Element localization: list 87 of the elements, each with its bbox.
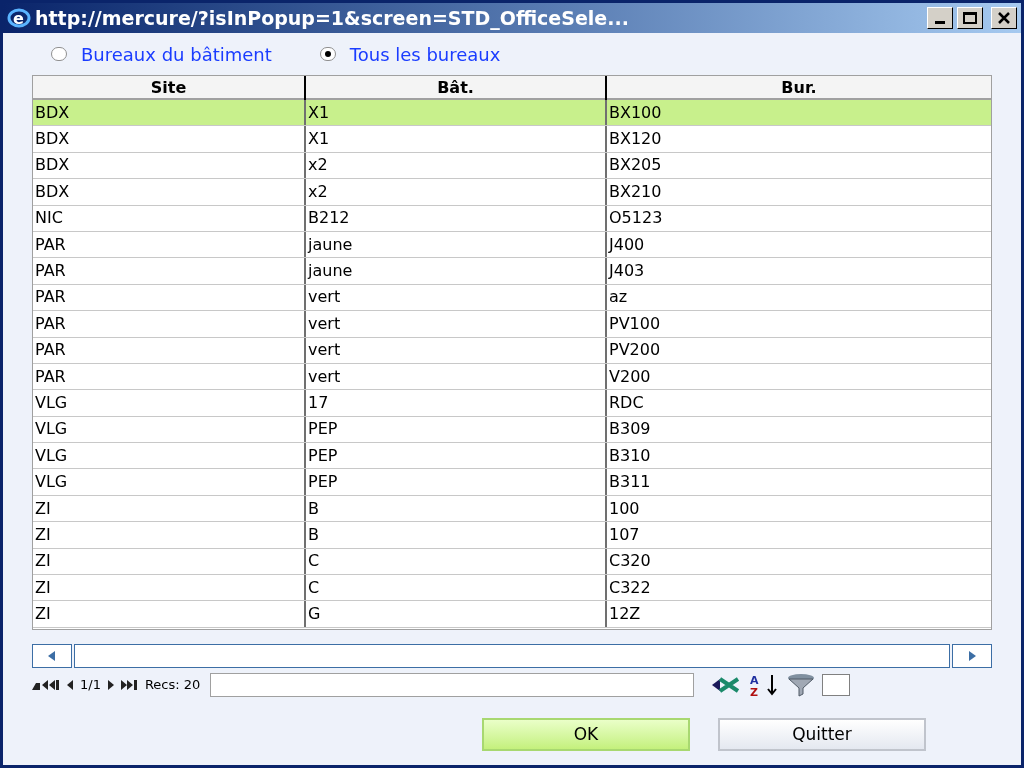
- scroll-left-button[interactable]: [32, 644, 72, 668]
- table-row[interactable]: VLG 17 RDC: [33, 390, 991, 417]
- table-cell-text: 107: [608, 523, 641, 546]
- scroll-right-button[interactable]: [952, 644, 992, 668]
- minimize-button[interactable]: [927, 7, 953, 29]
- next-page-icon[interactable]: [106, 679, 115, 691]
- filter-funnel-icon[interactable]: [786, 672, 817, 698]
- close-icon: [998, 12, 1010, 24]
- page-indicator: 1/1: [80, 676, 101, 695]
- table-cell-text: 12Z: [608, 603, 642, 626]
- table-cell: VLG: [33, 390, 306, 416]
- close-button[interactable]: [991, 7, 1017, 29]
- table-cell-text: J400: [607, 233, 646, 256]
- table-row[interactable]: BDX x2 BX210: [33, 179, 991, 206]
- dialog-button[interactable]: Quitter: [718, 718, 926, 751]
- table-cell-text: B311: [608, 471, 652, 494]
- table-row[interactable]: VLG PEP B311: [33, 469, 991, 496]
- table-cell: NIC: [33, 205, 306, 231]
- horizontal-scrollbar-track[interactable]: [74, 644, 950, 668]
- table-row[interactable]: PAR jaune J400: [33, 231, 991, 259]
- dialog-button[interactable]: OK: [482, 718, 690, 751]
- table-row[interactable]: ZI B 107: [33, 522, 991, 549]
- table-row[interactable]: PAR vert PV200: [33, 337, 991, 364]
- table-cell: ZI: [33, 601, 306, 627]
- table-cell-text: C322: [608, 576, 652, 599]
- table-row[interactable]: ZI C C322: [33, 575, 991, 602]
- maximize-button[interactable]: [957, 7, 983, 29]
- table-row[interactable]: PAR jaune J403: [33, 258, 991, 285]
- table-row[interactable]: ZI B 100: [33, 495, 991, 523]
- table-cell: ZI: [33, 522, 306, 548]
- table-cell: B: [306, 522, 607, 548]
- table-cell-text: 100: [608, 497, 641, 520]
- table-cell-text: RDC: [608, 392, 645, 414]
- right-arrow-icon: [968, 651, 976, 661]
- table-cell: G: [306, 601, 607, 627]
- filter-field[interactable]: [210, 673, 695, 697]
- table-row[interactable]: BDX X1 BX120: [33, 126, 991, 153]
- table-cell-text: B309: [608, 418, 652, 441]
- radio-label[interactable]: Bureaux du bâtiment: [81, 40, 272, 68]
- table-cell-text: BX100: [608, 101, 663, 124]
- column-header[interactable]: Bur.: [607, 76, 991, 100]
- table-cell-text: J403: [607, 260, 646, 283]
- table-row[interactable]: ZI C C320: [33, 548, 991, 576]
- table-cell: x2: [306, 179, 607, 205]
- table-cell: VLG: [33, 469, 306, 495]
- table-cell: 17: [306, 390, 607, 416]
- table-cell: PAR: [33, 258, 306, 284]
- table-cell: vert: [306, 311, 607, 337]
- table-cell-text: PV200: [608, 339, 662, 362]
- table-cell-text: O5123: [608, 207, 664, 230]
- table-cell: PAR: [33, 337, 306, 363]
- table-cell: B212: [306, 205, 607, 231]
- radio-label[interactable]: Tous les bureaux: [349, 40, 501, 68]
- browser-logo-icon: e: [7, 7, 31, 29]
- table-row[interactable]: PAR vert V200: [33, 363, 991, 391]
- table-cell: X1: [306, 126, 607, 152]
- table-row[interactable]: NIC B212 O5123: [33, 205, 991, 232]
- checkbox[interactable]: [822, 674, 851, 696]
- record-count: Recs: 20: [144, 676, 201, 695]
- table-row[interactable]: ZI G 12Z: [33, 601, 991, 628]
- table-cell: vert: [306, 337, 607, 363]
- table-row[interactable]: PAR vert az: [33, 284, 991, 312]
- table-cell-text: az: [608, 286, 629, 309]
- radio-button[interactable]: [319, 47, 336, 61]
- table-cell-text: PV100: [608, 312, 662, 335]
- table-cell-text: BX210: [608, 180, 663, 203]
- table-cell: BDX: [33, 126, 306, 152]
- last-page-icon[interactable]: [120, 679, 139, 691]
- table-row[interactable]: PAR vert PV100: [33, 311, 991, 338]
- left-arrow-icon: [48, 651, 56, 661]
- first-page-icon[interactable]: [32, 679, 60, 691]
- table-cell-text: V200: [608, 365, 652, 388]
- table-cell-text: BX205: [608, 154, 663, 177]
- table-cell: PEP: [306, 469, 607, 495]
- table-cell: BDX: [33, 179, 306, 205]
- table-row[interactable]: VLG PEP B310: [33, 443, 991, 470]
- table-cell-text: BX120: [608, 128, 663, 151]
- table-cell: PAR: [33, 311, 306, 337]
- table-cell-text: B310: [608, 444, 652, 467]
- table-row[interactable]: BDX X1 BX100: [33, 100, 991, 127]
- table-cell: jaune: [306, 258, 607, 284]
- previous-page-icon[interactable]: [66, 679, 74, 691]
- table-row[interactable]: VLG PEP B309: [33, 416, 991, 444]
- table-row[interactable]: BDX x2 BX205: [33, 152, 991, 180]
- radio-button[interactable]: [51, 47, 67, 61]
- window-title: http://mercure/?isInPopup=1&screen=STD_OfficeSele...: [35, 5, 630, 32]
- table-cell-text: C320: [608, 550, 652, 573]
